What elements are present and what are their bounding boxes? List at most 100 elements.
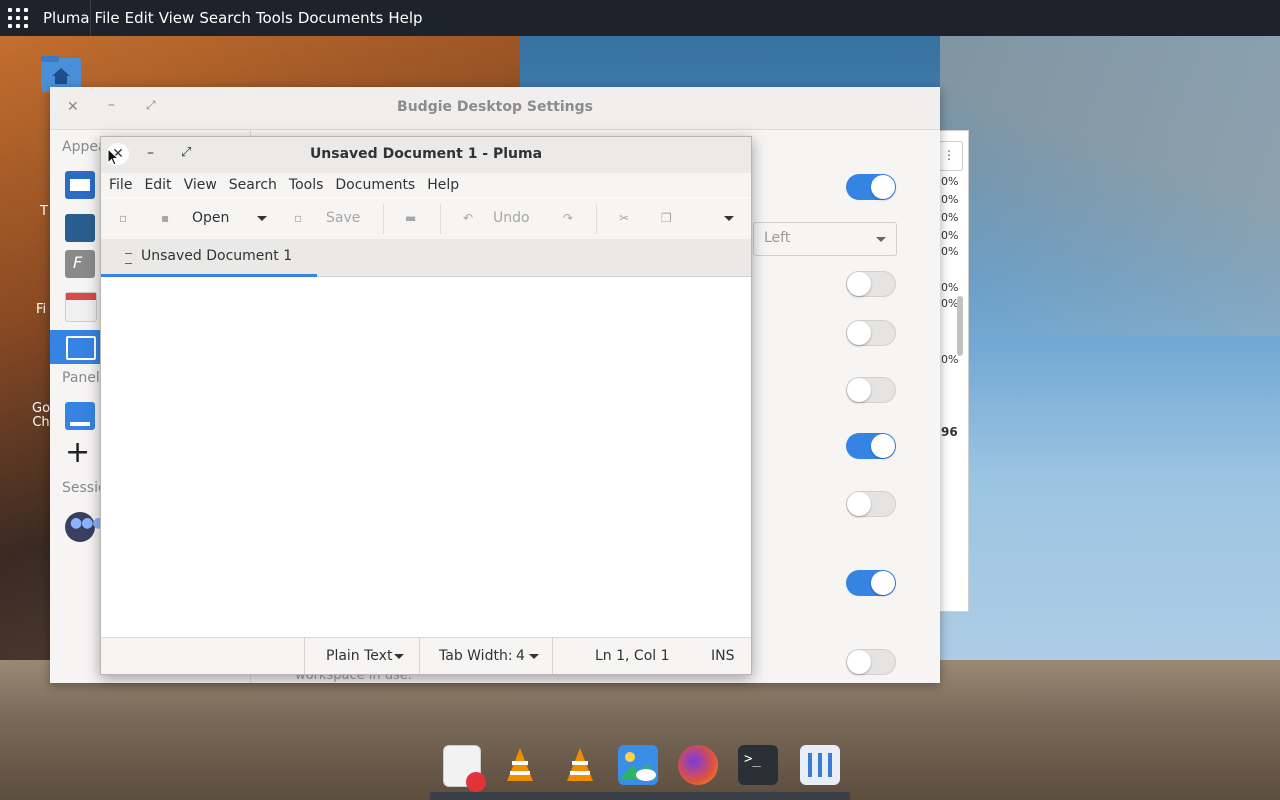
toggle-switch-4[interactable] <box>846 377 896 403</box>
insert-mode: INS <box>711 648 735 664</box>
menu-tools[interactable]: Tools <box>289 177 324 193</box>
cut-icon[interactable]: ✂ <box>619 198 629 239</box>
tab-label: Unsaved Document 1 <box>141 248 293 264</box>
global-menu-search[interactable]: Search <box>199 9 251 27</box>
wallpaper-highlight <box>940 36 1280 336</box>
pencil-badge-icon <box>466 772 486 792</box>
tab-width-selector[interactable]: Tab Width: 4 <box>419 638 553 674</box>
toolbar-overflow-chevron-icon[interactable] <box>724 216 734 221</box>
cpu-percent: 0% <box>941 175 959 188</box>
toggle-switch-8[interactable] <box>846 649 896 675</box>
budgie-window-title: Budgie Desktop Settings <box>397 99 593 115</box>
chevron-down-icon <box>394 654 404 659</box>
global-menu-edit[interactable]: Edit <box>125 9 154 27</box>
topbar-divider <box>90 0 91 36</box>
pluma-titlebar[interactable]: ✕ – ⤢ Unsaved Document 1 - Pluma <box>101 137 751 174</box>
global-app-name[interactable]: Pluma <box>43 9 90 27</box>
cpu-percent: 0% <box>941 245 959 258</box>
menu-view[interactable]: View <box>184 177 217 193</box>
mouse-pointer-icon <box>107 148 119 166</box>
open-file-icon[interactable]: ▪ <box>161 198 169 239</box>
global-menu-tools[interactable]: Tools <box>256 9 293 27</box>
global-menu-documents[interactable]: Documents <box>298 9 384 27</box>
toggle-switch-3[interactable] <box>846 320 896 346</box>
terminal-icon[interactable]: >_ <box>738 745 778 785</box>
calendar-icon <box>66 293 96 300</box>
vlc-icon[interactable] <box>560 745 600 785</box>
toggle-switch-5[interactable] <box>846 433 896 459</box>
menu-documents[interactable]: Documents <box>335 177 415 193</box>
pluma-menubar: File Edit View Search Tools Documents He… <box>101 173 751 197</box>
tab-width-value: 4 <box>516 648 525 664</box>
open-button[interactable]: Open <box>192 198 229 239</box>
toggle-switch-1[interactable] <box>846 174 896 200</box>
text-document-icon <box>125 253 132 264</box>
vlc-icon[interactable] <box>500 745 540 785</box>
sidebar-item-fonts[interactable]: F <box>65 250 95 278</box>
window-style-icon <box>70 179 90 191</box>
menu-file[interactable]: File <box>109 177 132 193</box>
cpu-percent: 0% <box>941 229 959 242</box>
new-document-icon[interactable]: ▫ <box>119 198 127 239</box>
settings-icon[interactable] <box>800 745 840 785</box>
tab-width-label: Tab Width: <box>439 648 513 664</box>
toolbar-separator <box>383 204 384 234</box>
open-recent-chevron-icon[interactable] <box>257 216 267 221</box>
chevron-down-icon <box>876 237 886 242</box>
cpu-percent: 0% <box>941 193 959 206</box>
global-menu-view[interactable]: View <box>159 9 195 27</box>
top-panel: Pluma File Edit View Search Tools Docume… <box>0 0 1280 36</box>
more-icon: ●●● <box>70 515 105 531</box>
language-selector[interactable]: Plain Text <box>304 638 417 674</box>
toggle-switch-7[interactable] <box>846 570 896 596</box>
budgie-titlebar[interactable]: ✕ – ⤢ Budgie Desktop Settings <box>50 87 940 130</box>
add-panel-icon[interactable]: + <box>65 438 90 468</box>
chrome-label[interactable]: Go Ch <box>32 402 50 430</box>
firefox-icon[interactable] <box>678 745 718 785</box>
global-menu-help[interactable]: Help <box>388 9 422 27</box>
sidebar-item-calendar[interactable] <box>65 292 97 322</box>
text-editor-area[interactable] <box>101 277 751 637</box>
language-value: Plain Text <box>326 648 393 664</box>
text-editor-icon[interactable] <box>443 745 486 792</box>
cpu-percent: 0% <box>941 353 959 366</box>
pluma-window[interactable]: ✕ – ⤢ Unsaved Document 1 - Pluma File Ed… <box>100 136 752 675</box>
toggle-switch-2[interactable] <box>846 271 896 297</box>
sidebar-item-style[interactable] <box>65 171 95 199</box>
terminal-prompt-icon: >_ <box>744 751 761 767</box>
undo-button[interactable]: Undo <box>493 198 530 239</box>
undo-icon: ↶ <box>463 211 474 225</box>
cpu-percent: 0% <box>941 211 959 224</box>
cursor-position: Ln 1, Col 1 <box>595 648 670 664</box>
menu-help[interactable]: Help <box>427 177 459 193</box>
chevron-down-icon <box>529 654 539 659</box>
sidebar-item-panel[interactable] <box>65 402 95 430</box>
trash-label[interactable]: T <box>40 204 48 219</box>
dock: >_ <box>430 737 850 800</box>
save-icon: ▫ <box>294 211 303 225</box>
save-button[interactable]: Save <box>326 198 360 239</box>
app-menu-button[interactable] <box>0 0 36 36</box>
menu-edit[interactable]: Edit <box>144 177 171 193</box>
global-menu-file[interactable]: File <box>95 9 120 27</box>
copy-icon[interactable]: ❐ <box>661 198 672 239</box>
cpu-total: 96 <box>941 425 958 439</box>
toolbar-separator <box>440 204 441 234</box>
toggle-switch-6[interactable] <box>846 491 896 517</box>
button-layout-dropdown[interactable]: Left <box>753 222 897 256</box>
redo-icon[interactable]: ↷ <box>563 198 573 239</box>
font-icon: F <box>73 253 83 272</box>
image-viewer-icon[interactable] <box>618 745 658 785</box>
cpu-percent: 0% <box>941 281 959 294</box>
menu-search[interactable]: Search <box>229 177 277 193</box>
tab-unsaved-document-1[interactable]: Unsaved Document 1 <box>101 239 317 277</box>
background-window-scrollbar[interactable] <box>957 296 963 356</box>
print-icon[interactable]: ▬ <box>405 198 416 239</box>
windows-icon <box>66 336 96 360</box>
sidebar-item-desktop[interactable] <box>65 214 95 242</box>
app-grid-icon <box>8 8 28 28</box>
sidebar-item-autostart[interactable]: ●●● <box>65 512 105 542</box>
files-label[interactable]: Fi <box>36 302 46 317</box>
button-layout-value: Left <box>764 230 791 246</box>
document-tabs: Unsaved Document 1 <box>101 239 751 277</box>
